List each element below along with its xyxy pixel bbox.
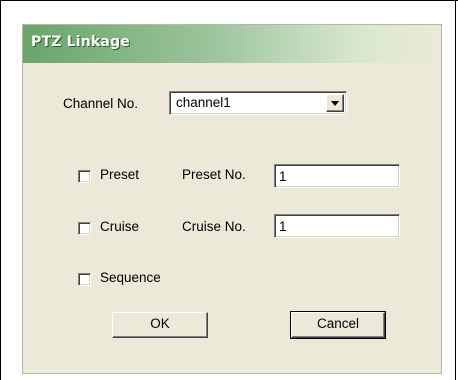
chevron-down-icon <box>331 101 339 106</box>
cruise-checkbox[interactable] <box>78 222 91 235</box>
frame-left-border <box>0 0 1 380</box>
preset-checkbox[interactable] <box>78 170 91 183</box>
channel-label: Channel No. <box>63 96 139 111</box>
dialog-title: PTZ Linkage <box>31 34 130 50</box>
sequence-checkbox[interactable] <box>78 273 91 286</box>
dropdown-arrow-button[interactable] <box>326 94 344 112</box>
channel-select-value: channel1 <box>176 95 231 110</box>
cruise-checkbox-label[interactable]: Cruise <box>100 219 139 234</box>
title-bar: PTZ Linkage <box>23 25 441 63</box>
channel-select[interactable]: channel1 <box>169 91 347 115</box>
preset-checkbox-label[interactable]: Preset <box>100 167 139 182</box>
frame-top-border <box>0 0 458 1</box>
cruise-no-input[interactable] <box>274 214 400 238</box>
cancel-button[interactable]: Cancel <box>290 311 386 339</box>
cruise-no-label: Cruise No. <box>182 219 246 234</box>
ptz-linkage-dialog: PTZ Linkage Channel No. channel1 Preset … <box>22 24 442 374</box>
sequence-checkbox-label[interactable]: Sequence <box>100 270 161 285</box>
ok-button[interactable]: OK <box>112 312 208 338</box>
preset-no-input[interactable] <box>274 164 400 188</box>
frame-right-border <box>455 0 456 380</box>
preset-no-label: Preset No. <box>182 167 246 182</box>
